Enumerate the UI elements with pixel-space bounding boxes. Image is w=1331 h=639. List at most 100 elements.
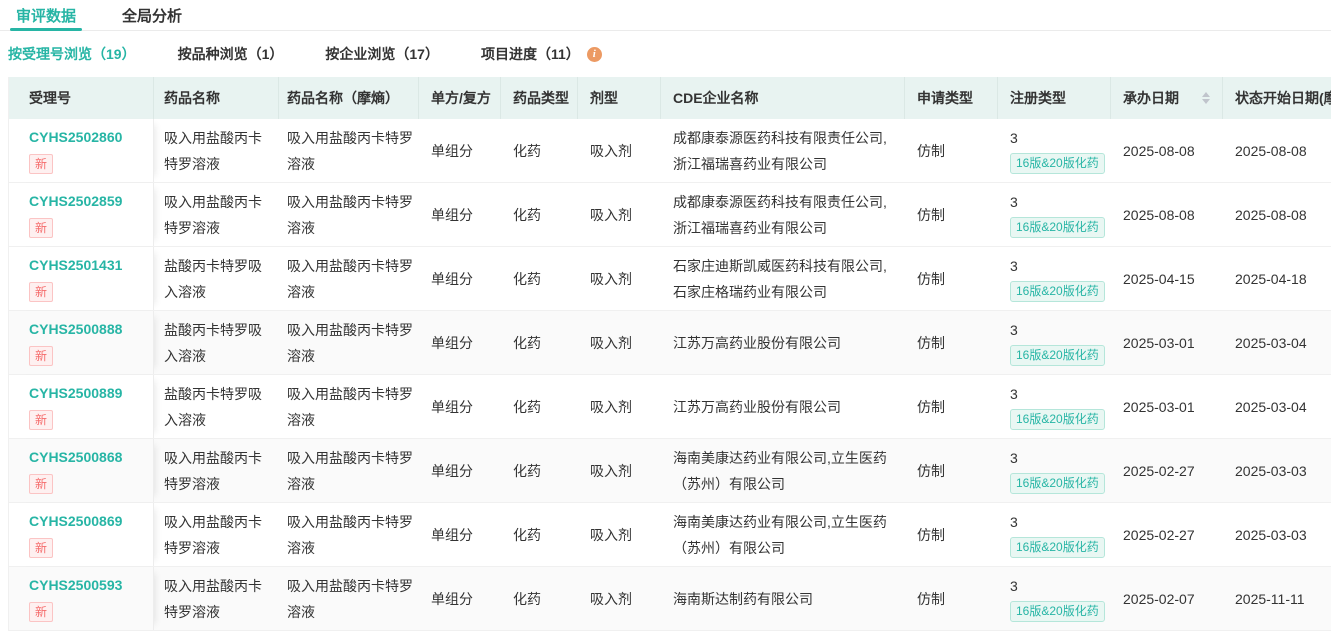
acceptance-no-link[interactable]: CYHS2500889 — [29, 383, 141, 403]
cell-drug-type: 化药 — [501, 439, 578, 502]
table-row: CYHS2501431新盐酸丙卡特罗吸入溶液吸入用盐酸丙卡特罗溶液单组分化药吸入… — [9, 247, 1331, 311]
cell-formulation: 单组分 — [419, 247, 501, 310]
cell-drug-name: 吸入用盐酸丙卡特罗溶液 — [154, 119, 279, 182]
col-header-application-type: 申请类型 — [905, 77, 998, 119]
tab-review-data[interactable]: 审评数据 — [10, 0, 82, 30]
subtab-by-company[interactable]: 按企业浏览（17） — [325, 44, 439, 64]
acceptance-no-link[interactable]: CYHS2500868 — [29, 447, 141, 467]
cell-drug-type: 化药 — [501, 375, 578, 438]
cell-application-type: 仿制 — [905, 439, 998, 502]
info-icon[interactable]: i — [587, 47, 602, 62]
cell-drug-type: 化药 — [501, 247, 578, 310]
cell-registration-type: 316版&20版化药 — [998, 311, 1111, 374]
acceptance-no-link[interactable]: CYHS2502859 — [29, 191, 141, 211]
registration-type-number: 3 — [1010, 448, 1099, 468]
registration-type-number: 3 — [1010, 576, 1099, 596]
cell-acceptance-no: CYHS2502860新 — [9, 119, 154, 182]
cell-formulation: 单组分 — [419, 375, 501, 438]
cell-cde-company: 石家庄迪斯凯威医药科技有限公司,石家庄格瑞药业有限公司 — [661, 247, 905, 310]
cell-drug-name: 盐酸丙卡特罗吸入溶液 — [154, 311, 279, 374]
cell-drug-type: 化药 — [501, 503, 578, 566]
cell-acceptance-date: 2025-04-15 — [1111, 247, 1223, 310]
new-badge: 新 — [29, 218, 53, 238]
reg-type-badge: 16版&20版化药 — [1010, 409, 1105, 430]
cell-registration-type: 316版&20版化药 — [998, 375, 1111, 438]
reg-type-badge: 16版&20版化药 — [1010, 217, 1105, 238]
cell-application-type: 仿制 — [905, 567, 998, 630]
cell-drug-name-motie: 吸入用盐酸丙卡特罗溶液 — [279, 311, 419, 374]
cell-drug-type: 化药 — [501, 119, 578, 182]
acceptance-no-link[interactable]: CYHS2500869 — [29, 511, 141, 531]
registration-type-number: 3 — [1010, 128, 1099, 148]
cell-drug-name-motie: 吸入用盐酸丙卡特罗溶液 — [279, 375, 419, 438]
cell-acceptance-no: CYHS2500868新 — [9, 439, 154, 502]
registration-type-number: 3 — [1010, 256, 1099, 276]
cell-drug-type: 化药 — [501, 567, 578, 630]
cell-dosage-form: 吸入剂 — [578, 503, 661, 566]
col-header-dosage-form: 剂型 — [578, 77, 661, 119]
cell-dosage-form: 吸入剂 — [578, 439, 661, 502]
cell-status-start-date: 2025-03-04 — [1223, 375, 1331, 438]
sub-tab-bar: 按受理号浏览（19） 按品种浏览（1） 按企业浏览（17） 项目进度（11） i — [0, 31, 1331, 77]
cell-status-start-date: 2025-11-11 — [1223, 567, 1331, 630]
table-header: 受理号 药品名称 药品名称（摩熵） 单方/复方 药品类型 剂型 CDE企业名称 … — [9, 77, 1331, 119]
cell-registration-type: 3 16版&20版化药 — [998, 567, 1111, 630]
subtab-project-progress[interactable]: 项目进度（11） i — [481, 44, 602, 64]
cell-cde-company: 海南美康达药业有限公司,立生医药（苏州）有限公司 — [661, 439, 905, 502]
cell-dosage-form: 吸入剂 — [578, 183, 661, 246]
reg-type-badge: 16版&20版化药 — [1010, 601, 1105, 622]
cell-status-start-date: 2025-08-08 — [1223, 119, 1331, 182]
col-header-acceptance-date-label: 承办日期 — [1123, 88, 1179, 108]
col-header-drug-name: 药品名称 — [154, 77, 279, 119]
table-row: CYHS2500593新吸入用盐酸丙卡特罗溶液吸入用盐酸丙卡特罗溶液单组分化药吸… — [9, 567, 1331, 631]
new-badge: 新 — [29, 538, 53, 558]
cell-application-type: 仿制 — [905, 119, 998, 182]
acceptance-no-link[interactable]: CYHS2502860 — [29, 127, 141, 147]
cell-formulation: 单组分 — [419, 183, 501, 246]
cell-formulation: 单组分 — [419, 439, 501, 502]
cell-acceptance-date: 2025-03-01 — [1111, 311, 1223, 374]
cell-dosage-form: 吸入剂 — [578, 311, 661, 374]
cell-drug-name-motie: 吸入用盐酸丙卡特罗溶液 — [279, 439, 419, 502]
cell-cde-company: 海南美康达药业有限公司,立生医药（苏州）有限公司 — [661, 503, 905, 566]
cell-formulation: 单组分 — [419, 567, 501, 630]
cell-drug-name-motie: 吸入用盐酸丙卡特罗溶液 — [279, 119, 419, 182]
col-header-drug-type: 药品类型 — [501, 77, 578, 119]
subtab-by-acceptance-no[interactable]: 按受理号浏览（19） — [8, 44, 136, 64]
tab-global-analysis[interactable]: 全局分析 — [116, 0, 188, 30]
cell-acceptance-date: 2025-02-27 — [1111, 503, 1223, 566]
cell-registration-type: 3 16版&20版化药 — [998, 119, 1111, 182]
reg-type-badge: 16版&20版化药 — [1010, 153, 1105, 174]
cell-status-start-date: 2025-03-03 — [1223, 503, 1331, 566]
cell-acceptance-date: 2025-02-07 — [1111, 567, 1223, 630]
acceptance-no-link[interactable]: CYHS2500888 — [29, 319, 141, 339]
cell-drug-name-motie: 吸入用盐酸丙卡特罗溶液 — [279, 183, 419, 246]
subtab-by-variety[interactable]: 按品种浏览（1） — [178, 44, 284, 64]
col-header-acceptance-no: 受理号 — [9, 77, 154, 119]
cell-application-type: 仿制 — [905, 503, 998, 566]
cell-registration-type: 316版&20版化药 — [998, 247, 1111, 310]
reg-type-badge: 16版&20版化药 — [1010, 345, 1105, 366]
acceptance-no-link[interactable]: CYHS2500593 — [29, 575, 141, 595]
acceptance-no-link[interactable]: CYHS2501431 — [29, 255, 141, 275]
cell-application-type: 仿制 — [905, 375, 998, 438]
cell-dosage-form: 吸入剂 — [578, 247, 661, 310]
sort-carets-icon[interactable] — [1202, 92, 1210, 104]
cell-acceptance-no: CYHS2500889新 — [9, 375, 154, 438]
cell-status-start-date: 2025-03-04 — [1223, 311, 1331, 374]
cell-drug-name: 吸入用盐酸丙卡特罗溶液 — [154, 439, 279, 502]
cell-dosage-form: 吸入剂 — [578, 567, 661, 630]
cell-cde-company: 成都康泰源医药科技有限责任公司,浙江福瑞喜药业有限公司 — [661, 183, 905, 246]
cell-registration-type: 316版&20版化药 — [998, 183, 1111, 246]
new-badge: 新 — [29, 346, 53, 366]
cell-cde-company: 江苏万高药业股份有限公司 — [661, 311, 905, 374]
table-row: CYHS2500868新吸入用盐酸丙卡特罗溶液吸入用盐酸丙卡特罗溶液单组分化药吸… — [9, 439, 1331, 503]
col-header-cde-company: CDE企业名称 — [661, 77, 905, 119]
new-badge: 新 — [29, 602, 53, 622]
cell-acceptance-date: 2025-03-01 — [1111, 375, 1223, 438]
cell-acceptance-no: CYHS2502859 新 — [9, 183, 154, 246]
cell-formulation: 单组分 — [419, 311, 501, 374]
cell-cde-company: 海南斯达制药有限公司 — [661, 567, 905, 630]
cell-cde-company: 江苏万高药业股份有限公司 — [661, 375, 905, 438]
cell-application-type: 仿制 — [905, 183, 998, 246]
